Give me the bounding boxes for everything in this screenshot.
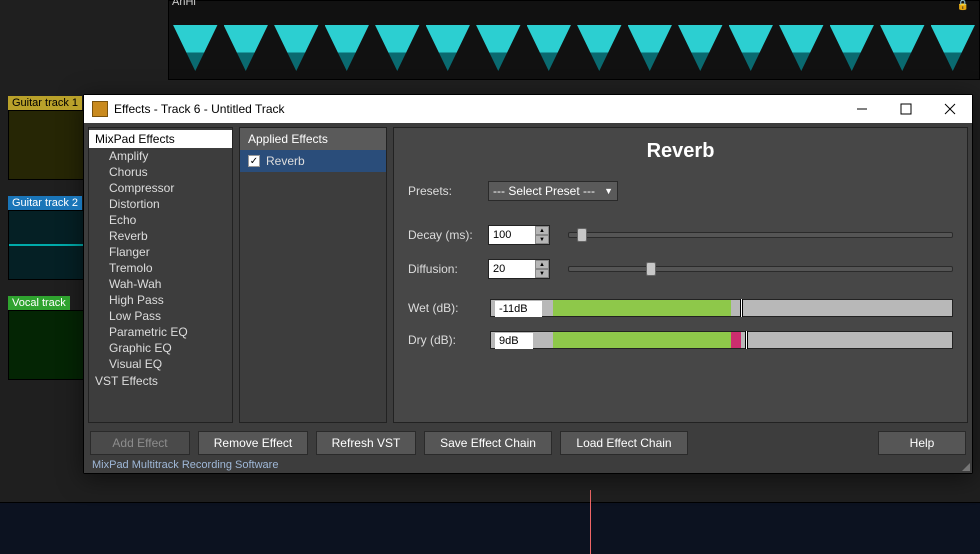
tree-leaf[interactable]: Distortion — [89, 196, 232, 212]
presets-select[interactable]: --- Select Preset --- ▼ — [488, 181, 618, 201]
applied-effects-header: Applied Effects — [240, 128, 386, 150]
tree-leaf[interactable]: High Pass — [89, 292, 232, 308]
load-effect-chain-button[interactable]: Load Effect Chain — [560, 431, 688, 455]
tree-leaf[interactable]: Graphic EQ — [89, 340, 232, 356]
wet-cursor[interactable] — [740, 299, 743, 317]
refresh-vst-button[interactable]: Refresh VST — [316, 431, 416, 455]
save-effect-chain-button[interactable]: Save Effect Chain — [424, 431, 552, 455]
diffusion-step-up[interactable]: ▲ — [535, 260, 549, 269]
applied-effect-checkbox[interactable]: ✓ — [248, 155, 260, 167]
resize-handle[interactable] — [960, 461, 970, 471]
wet-label: Wet (dB): — [408, 301, 480, 315]
tree-leaf[interactable]: Wah-Wah — [89, 276, 232, 292]
tree-leaf[interactable]: Compressor — [89, 180, 232, 196]
bg-timeline — [0, 502, 980, 554]
lock-icon: 🔒 — [957, 0, 969, 11]
decay-step-down[interactable]: ▼ — [535, 235, 549, 244]
app-icon — [92, 101, 108, 117]
minimize-button[interactable] — [840, 95, 884, 123]
effects-window: Effects - Track 6 - Untitled Track MixPa… — [83, 94, 973, 474]
dry-fill — [553, 332, 731, 348]
dry-peak — [731, 332, 741, 348]
decay-step-up[interactable]: ▲ — [535, 226, 549, 235]
diffusion-value-field[interactable] — [489, 260, 535, 278]
bg-top-clip-label: AhHi — [172, 0, 196, 8]
diffusion-slider[interactable] — [568, 266, 953, 272]
dry-value-text: 9dB — [495, 333, 533, 349]
presets-select-text: --- Select Preset --- — [493, 184, 595, 198]
decay-slider-thumb[interactable] — [577, 228, 587, 242]
dry-cursor[interactable] — [745, 331, 748, 349]
applied-effect-item[interactable]: ✓ Reverb — [240, 150, 386, 172]
titlebar[interactable]: Effects - Track 6 - Untitled Track — [84, 95, 972, 123]
diffusion-input[interactable]: ▲▼ — [488, 259, 550, 279]
diffusion-slider-thumb[interactable] — [646, 262, 656, 276]
bg-track-label: Guitar track 2 — [8, 196, 82, 210]
tree-leaf[interactable]: Low Pass — [89, 308, 232, 324]
decay-label: Decay (ms): — [408, 228, 480, 242]
bg-track-label: Guitar track 1 — [8, 96, 82, 110]
decay-value-field[interactable] — [489, 226, 535, 244]
applied-effect-name: Reverb — [266, 154, 305, 168]
tree-leaf[interactable]: Parametric EQ — [89, 324, 232, 340]
dry-level[interactable]: 9dB — [490, 331, 953, 349]
wet-fill — [553, 300, 731, 316]
diffusion-label: Diffusion: — [408, 262, 480, 276]
tree-leaf[interactable]: Flanger — [89, 244, 232, 260]
wet-value-text: -11dB — [495, 301, 542, 317]
wet-level[interactable]: -11dB — [490, 299, 953, 317]
presets-label: Presets: — [408, 184, 480, 198]
close-button[interactable] — [928, 95, 972, 123]
tree-cat-vst[interactable]: VST Effects — [89, 372, 232, 390]
applied-effects-panel: Applied Effects ✓ Reverb — [239, 127, 387, 423]
bg-top-waveform — [173, 5, 975, 71]
effect-title: Reverb — [408, 140, 953, 163]
tree-leaf[interactable]: Reverb — [89, 228, 232, 244]
tree-leaf[interactable]: Amplify — [89, 148, 232, 164]
effects-tree[interactable]: MixPad Effects AmplifyChorusCompressorDi… — [88, 127, 233, 423]
effect-params-panel: Reverb Presets: --- Select Preset --- ▼ … — [393, 127, 968, 423]
maximize-button[interactable] — [884, 95, 928, 123]
bg-top-clip: 🔒 — [168, 0, 980, 80]
window-title: Effects - Track 6 - Untitled Track — [114, 102, 840, 116]
help-button[interactable]: Help — [878, 431, 966, 455]
decay-slider[interactable] — [568, 232, 953, 238]
tree-leaf[interactable]: Visual EQ — [89, 356, 232, 372]
tree-cat-mixpad[interactable]: MixPad Effects — [89, 130, 232, 148]
dry-label: Dry (dB): — [408, 333, 480, 347]
chevron-down-icon: ▼ — [604, 186, 613, 196]
button-row: Add Effect Remove Effect Refresh VST Sav… — [84, 427, 972, 459]
status-text: MixPad Multitrack Recording Software — [84, 459, 972, 473]
tree-leaf[interactable]: Chorus — [89, 164, 232, 180]
remove-effect-button[interactable]: Remove Effect — [198, 431, 308, 455]
bg-track-label: Vocal track — [8, 296, 70, 310]
add-effect-button[interactable]: Add Effect — [90, 431, 190, 455]
diffusion-step-down[interactable]: ▼ — [535, 269, 549, 278]
tree-leaf[interactable]: Echo — [89, 212, 232, 228]
playhead — [590, 490, 591, 554]
decay-input[interactable]: ▲▼ — [488, 225, 550, 245]
tree-leaf[interactable]: Tremolo — [89, 260, 232, 276]
